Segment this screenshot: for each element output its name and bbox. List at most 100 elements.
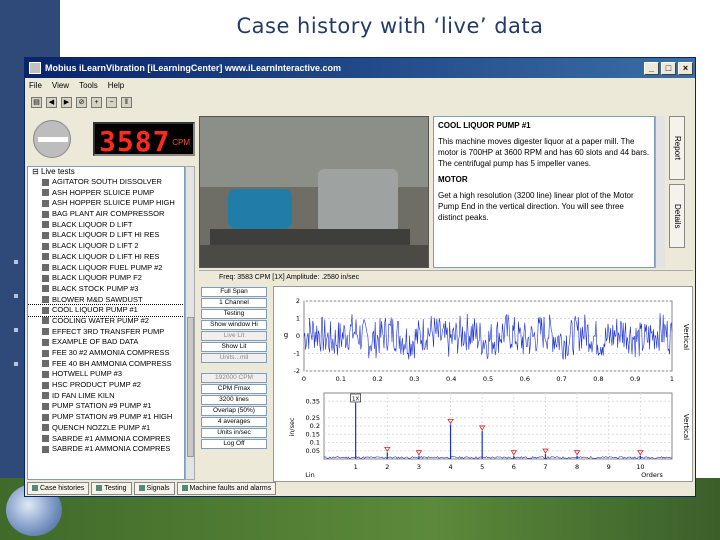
machine-icon <box>42 317 49 325</box>
spectrum-xunit: Orders <box>641 471 663 479</box>
tree-item[interactable]: BLOWER M&D SAWDUST <box>28 295 184 306</box>
tree-item[interactable]: BLACK LIQUOR D LIFT HI RES <box>28 230 184 241</box>
tree-item[interactable]: BLACK LIQUOR D LIFT HI RES <box>28 252 184 263</box>
plots-svg[interactable]: 210-1-20 0.1 0.2 0.3 0.4 0.5 0.6 0.7 0.8 0.9 1g Ver… <box>274 287 692 481</box>
setting-group1-4[interactable]: Live Lit <box>201 331 267 341</box>
tab-report[interactable]: Report <box>669 116 685 180</box>
spectrum-xtick: 2 <box>385 463 389 471</box>
setting-group1-2[interactable]: Testing <box>201 309 267 319</box>
menu-tools[interactable]: Tools <box>79 81 98 90</box>
waveform-side-label: Vertical <box>682 324 690 350</box>
plot-area: 2 1 0 -1 -2 0 0.1 0.2 0.3 0.4 0.5 0.6 0.7 0.8 0.9 1 g Ver… <box>273 286 693 482</box>
speed-dial-icon[interactable] <box>33 120 71 158</box>
zoom-in-icon[interactable]: + <box>91 96 102 108</box>
zoom-out-icon[interactable]: − <box>106 96 117 108</box>
menu-file[interactable]: File <box>29 81 42 90</box>
minimize-button[interactable]: _ <box>644 61 659 75</box>
tree-scrollbar[interactable] <box>185 166 195 480</box>
tree-root-label: Live tests <box>40 167 75 176</box>
setting-group2-1[interactable]: CPM Fmax <box>201 384 267 394</box>
tree-item-label: BLACK LIQUOR FUEL PUMP #2 <box>52 262 163 272</box>
tree-item[interactable]: EXAMPLE OF BAD DATA <box>28 337 184 348</box>
tree-item[interactable]: FEE 40 BH AMMONIA COMPRESS <box>28 359 184 370</box>
spectrum-xtick: 5 <box>480 463 484 471</box>
play-forward-icon[interactable]: ▶ <box>61 96 72 108</box>
description-para-2: Get a high resolution (3200 line) linear… <box>438 191 634 222</box>
machine-icon <box>42 445 49 453</box>
tree-item[interactable]: HOTWELL PUMP #3 <box>28 369 184 380</box>
tree-item[interactable]: BLACK LIQUOR PUMP F2 <box>28 273 184 284</box>
machine-photo <box>199 116 429 268</box>
setting-group2-0[interactable]: 192000 CPM <box>201 373 267 383</box>
menu-view[interactable]: View <box>52 81 69 90</box>
tree-item[interactable]: EFFECT 3RD TRANSFER PUMP <box>28 327 184 338</box>
machine-icon <box>42 189 49 197</box>
tree-root[interactable]: ⊟ Live tests <box>28 167 184 177</box>
spectrum-ytick: 0.35 <box>306 397 320 405</box>
photo-motor <box>318 169 398 233</box>
setting-group1-3[interactable]: Show window Hi <box>201 320 267 330</box>
tree-item[interactable]: BLACK STOCK PUMP #3 <box>28 284 184 295</box>
bottom-tab-0[interactable]: Case histories <box>27 482 90 495</box>
tree-item[interactable]: BLACK LIQUOR D LIFT <box>28 220 184 231</box>
spectrum-xtick: 1 <box>354 463 358 471</box>
machine-icon <box>42 253 49 261</box>
spectrum-ytick: 0.1 <box>310 439 320 447</box>
setting-group2-4[interactable]: 4 averages <box>201 417 267 427</box>
waveform-xtick: 0.6 <box>520 375 530 383</box>
tree-item[interactable]: SABRDE #1 AMMONIA COMPRES <box>28 444 184 455</box>
stop-icon[interactable]: ⊘ <box>76 96 87 108</box>
machine-icon <box>42 424 49 432</box>
tree-item[interactable]: COOLING WATER PUMP #2 <box>28 316 184 327</box>
tree-item[interactable]: AGITATOR SOUTH DISSOLVER <box>28 177 184 188</box>
cpm-unit: CPM <box>172 138 190 147</box>
spectrum-lin-label: Lin <box>305 471 315 479</box>
machine-icon <box>42 210 49 218</box>
tree-item[interactable]: BAG PLANT AIR COMPRESSOR <box>28 209 184 220</box>
app-icon <box>29 62 41 74</box>
machine-icon <box>42 242 49 250</box>
description-heading-2: MOTOR <box>438 175 468 184</box>
bars-icon[interactable]: ‖ <box>121 96 132 108</box>
tree-item[interactable]: ASH HOPPER SLUICE PUMP HIGH <box>28 198 184 209</box>
setting-group1-6[interactable]: Units...mil <box>201 353 267 363</box>
bottom-tab-label: Machine faults and alarms <box>189 485 272 492</box>
cpm-panel: 3587 CPM <box>27 114 195 166</box>
toolbar: ▤ ◀ ▶ ⊘ + − ‖ <box>27 94 195 110</box>
tree-item[interactable]: FEE 30 #2 AMMONIA COMPRESS <box>28 348 184 359</box>
tree-item[interactable]: ASH HOPPER SLUICE PUMP <box>28 188 184 199</box>
tree-item[interactable]: PUMP STATION #9 PUMP #1 <box>28 401 184 412</box>
bottom-tab-1[interactable]: Testing <box>91 482 132 495</box>
machine-icon <box>42 306 49 314</box>
tree-scroll-thumb[interactable] <box>187 317 194 457</box>
tree-item-label: EXAMPLE OF BAD DATA <box>52 337 139 347</box>
tree-item-label: AGITATOR SOUTH DISSOLVER <box>52 177 162 186</box>
tree-item[interactable]: QUENCH NOZZLE PUMP #1 <box>28 423 184 434</box>
tree-item[interactable]: PUMP STATION #9 PUMP #1 HIGH <box>28 412 184 423</box>
tree-item[interactable]: HSC PRODUCT PUMP #2 <box>28 380 184 391</box>
close-button[interactable]: × <box>678 61 693 75</box>
setting-group2-6[interactable]: Log Off <box>201 439 267 449</box>
window-titlebar[interactable]: Mobius iLearnVibration [iLearningCenter]… <box>25 58 695 78</box>
menu-help[interactable]: Help <box>108 81 124 90</box>
setting-group2-5[interactable]: Units in/sec <box>201 428 267 438</box>
play-back-icon[interactable]: ◀ <box>46 96 57 108</box>
setting-group2-3[interactable]: Overlap (50%) <box>201 406 267 416</box>
tree-item[interactable]: ID FAN LIME KILN <box>28 391 184 402</box>
bottom-tab-2[interactable]: Signals <box>133 482 175 495</box>
setting-group1-1[interactable]: 1 Channel <box>201 298 267 308</box>
setting-group1-0[interactable]: Full Span <box>201 287 267 297</box>
tree-item[interactable]: BLACK LIQUOR FUEL PUMP #2 <box>28 263 184 274</box>
description-scrollbar[interactable] <box>655 116 665 268</box>
setting-group2-2[interactable]: 3200 lines <box>201 395 267 405</box>
setting-group1-5[interactable]: Show Lit <box>201 342 267 352</box>
tree-item[interactable]: COOL LIQUOR PUMP #1 <box>28 304 184 317</box>
tree-item[interactable]: SABRDE #1 AMMONIA COMPRES <box>28 434 184 445</box>
bottom-tabs: Case histories Testing Signals Machine faul… <box>27 482 695 496</box>
tab-details[interactable]: Details <box>669 184 685 248</box>
tree-item-label: QUENCH NOZZLE PUMP #1 <box>52 422 151 432</box>
tree-item[interactable]: BLACK LIQUOR D LIFT 2 <box>28 241 184 252</box>
bottom-tab-3[interactable]: Machine faults and alarms <box>176 482 277 495</box>
maximize-button[interactable]: □ <box>661 61 676 75</box>
print-icon[interactable]: ▤ <box>31 96 42 108</box>
